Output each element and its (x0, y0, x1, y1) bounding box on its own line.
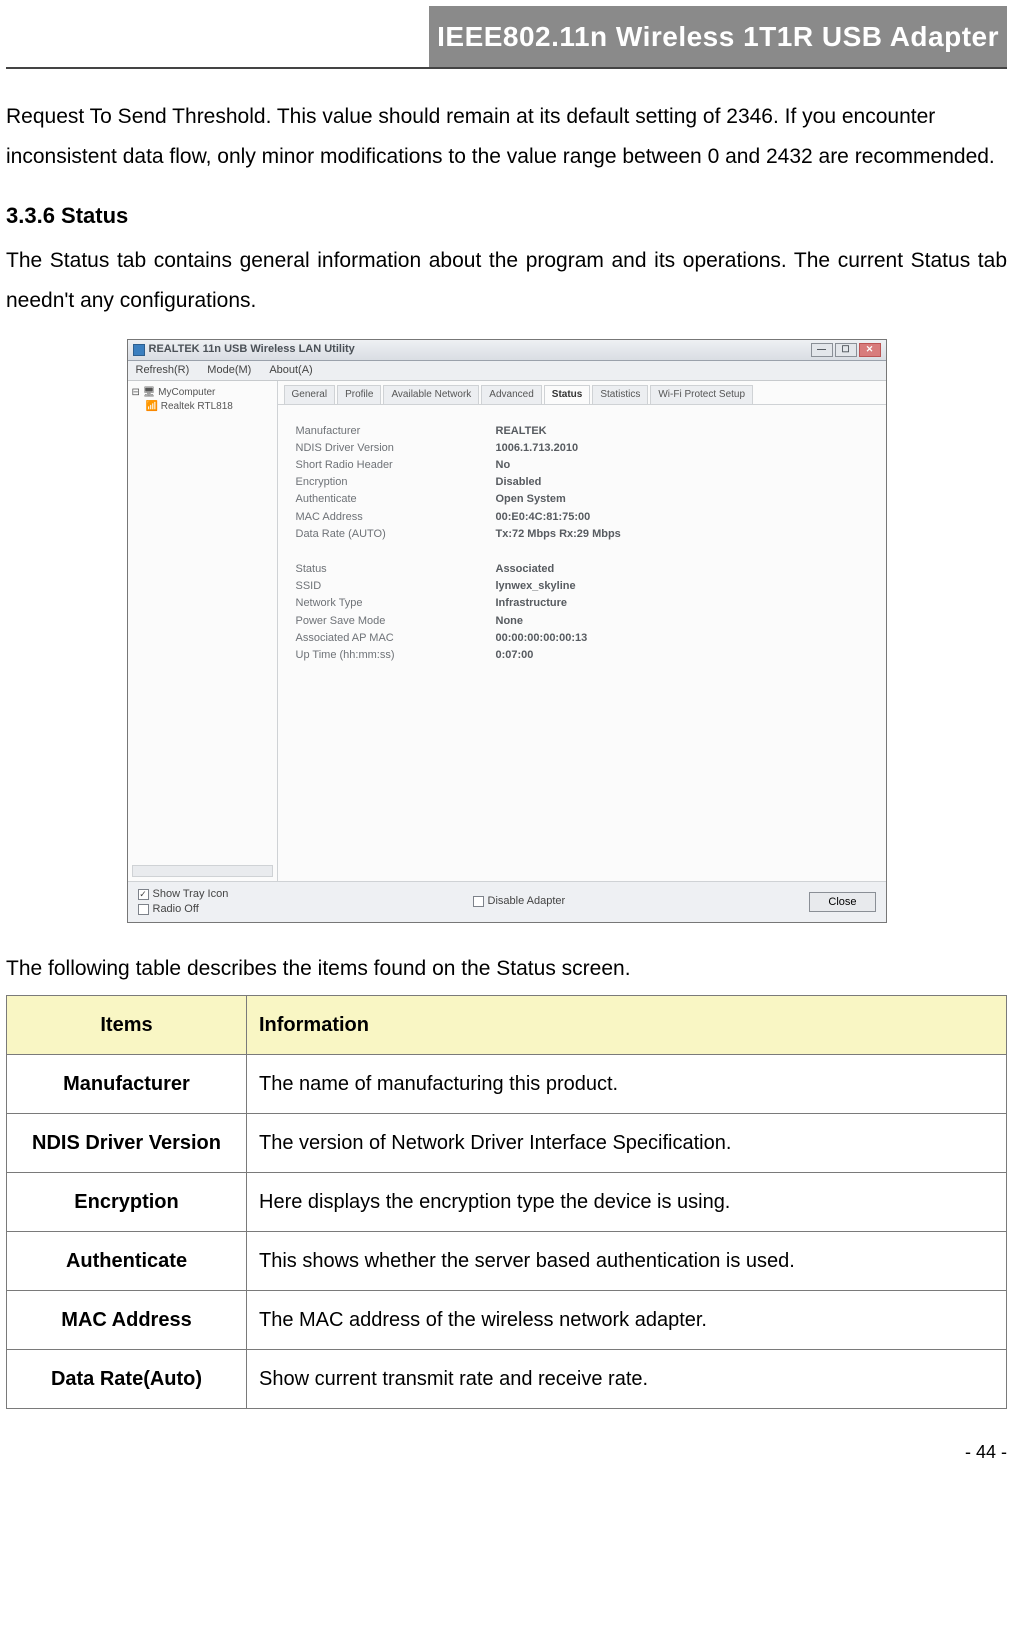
status-row: NDIS Driver Version1006.1.713.2010 (296, 442, 868, 455)
show-tray-checkbox[interactable]: ✓Show Tray Icon (138, 888, 229, 901)
tab-profile[interactable]: Profile (337, 385, 381, 404)
window-footer: ✓Show Tray Icon Radio Off Disable Adapte… (128, 881, 886, 922)
status-row: Short Radio HeaderNo (296, 459, 868, 472)
status-row: Data Rate (AUTO)Tx:72 Mbps Rx:29 Mbps (296, 528, 868, 541)
disable-adapter-checkbox[interactable]: Disable Adapter (473, 895, 566, 908)
tab-available-network[interactable]: Available Network (383, 385, 479, 404)
status-row: StatusAssociated (296, 563, 868, 576)
window-titlebar: REALTEK 11n USB Wireless LAN Utility — ☐… (128, 340, 886, 361)
menu-mode[interactable]: Mode(M) (207, 364, 251, 377)
table-row: ManufacturerThe name of manufacturing th… (7, 1055, 1007, 1114)
tab-wps[interactable]: Wi-Fi Protect Setup (650, 385, 753, 404)
status-row: AuthenticateOpen System (296, 493, 868, 506)
tab-status[interactable]: Status (544, 385, 591, 404)
menubar: Refresh(R) Mode(M) About(A) (128, 361, 886, 381)
status-row: Up Time (hh:mm:ss)0:07:00 (296, 649, 868, 662)
tab-statistics[interactable]: Statistics (592, 385, 648, 404)
table-row: NDIS Driver VersionThe version of Networ… (7, 1114, 1007, 1173)
col-header-information: Information (247, 996, 1007, 1055)
col-header-items: Items (7, 996, 247, 1055)
status-row: Network TypeInfrastructure (296, 597, 868, 610)
table-row: Data Rate(Auto)Show current transmit rat… (7, 1350, 1007, 1409)
utility-window: REALTEK 11n USB Wireless LAN Utility — ☐… (127, 339, 887, 924)
menu-about[interactable]: About(A) (269, 364, 312, 377)
menu-refresh[interactable]: Refresh(R) (136, 364, 190, 377)
status-row: Associated AP MAC00:00:00:00:00:13 (296, 632, 868, 645)
document-title: IEEE802.11n Wireless 1T1R USB Adapter (429, 6, 1007, 67)
tab-general[interactable]: General (284, 385, 336, 404)
window-title: REALTEK 11n USB Wireless LAN Utility (149, 343, 355, 356)
status-row: MAC Address00:E0:4C:81:75:00 (296, 511, 868, 524)
status-row: EncryptionDisabled (296, 476, 868, 489)
section-heading: 3.3.6 Status (6, 195, 1007, 237)
page-number: - 44 - (6, 1435, 1007, 1469)
page-header: IEEE802.11n Wireless 1T1R USB Adapter (6, 6, 1007, 69)
status-row: SSIDlynwex_skyline (296, 580, 868, 593)
maximize-button[interactable]: ☐ (835, 343, 857, 357)
intro-paragraph: Request To Send Threshold. This value sh… (6, 97, 1007, 177)
device-tree: ⊟ 🖥 MyComputer 📶 Realtek RTL818 (128, 381, 278, 881)
tree-root[interactable]: ⊟ 🖥 MyComputer (132, 387, 273, 399)
app-icon (133, 344, 145, 356)
tree-scrollbar[interactable] (132, 865, 273, 877)
status-description-table: Items Information ManufacturerThe name o… (6, 995, 1007, 1409)
tab-advanced[interactable]: Advanced (481, 385, 541, 404)
table-row: AuthenticateThis shows whether the serve… (7, 1232, 1007, 1291)
section-body: The Status tab contains general informat… (6, 241, 1007, 321)
table-row: MAC AddressThe MAC address of the wirele… (7, 1291, 1007, 1350)
close-window-button[interactable]: ✕ (859, 343, 881, 357)
minimize-button[interactable]: — (811, 343, 833, 357)
table-caption: The following table describes the items … (6, 949, 1007, 989)
status-row: ManufacturerREALTEK (296, 425, 868, 438)
close-button[interactable]: Close (809, 892, 875, 912)
radio-off-checkbox[interactable]: Radio Off (138, 903, 229, 916)
status-panel: ManufacturerREALTEK NDIS Driver Version1… (278, 405, 886, 676)
status-row: Power Save ModeNone (296, 615, 868, 628)
tree-adapter[interactable]: 📶 Realtek RTL818 (132, 401, 273, 413)
table-row: EncryptionHere displays the encryption t… (7, 1173, 1007, 1232)
tabs-row: General Profile Available Network Advanc… (278, 381, 886, 405)
